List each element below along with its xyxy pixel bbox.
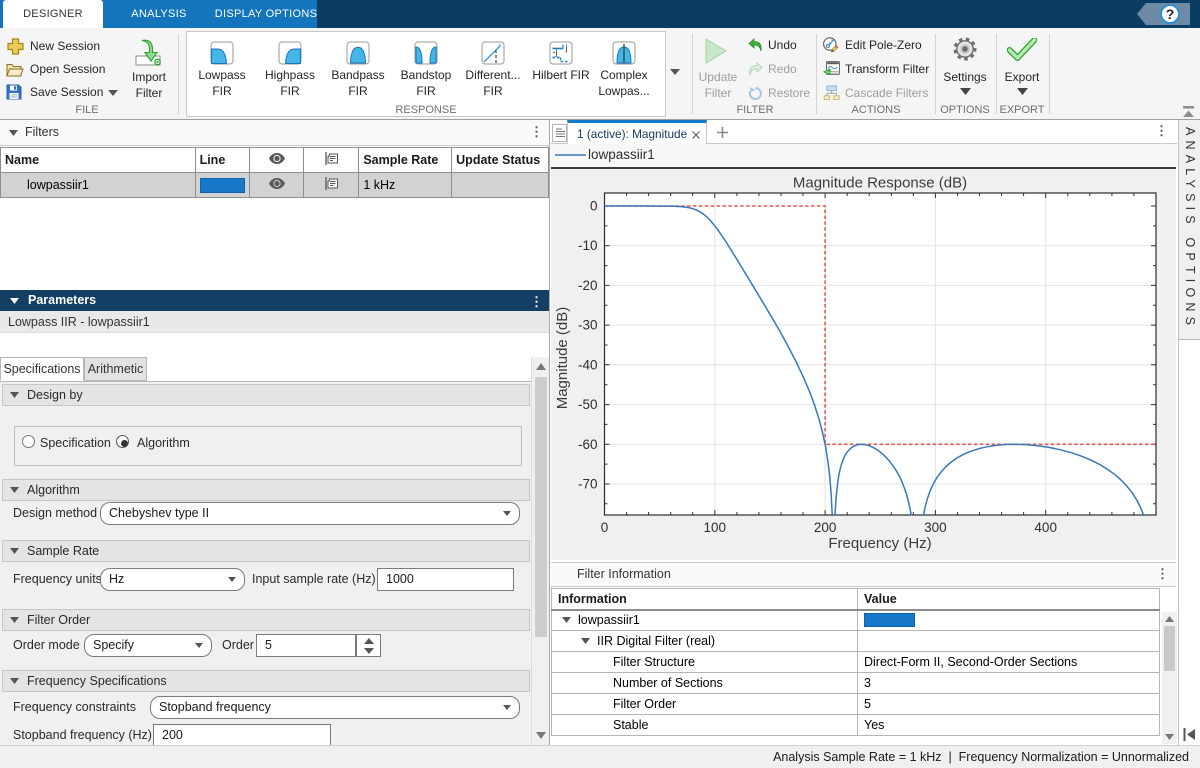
svg-text:-50: -50 [578, 397, 598, 412]
svg-text:Frequency (Hz): Frequency (Hz) [828, 535, 931, 552]
svg-text:Magnitude Response (dB): Magnitude Response (dB) [793, 175, 967, 192]
svg-text:-70: -70 [578, 477, 598, 492]
svg-text:300: 300 [924, 520, 947, 535]
svg-text:-j: -j [553, 47, 558, 57]
svg-text:-40: -40 [578, 357, 598, 372]
svg-text:100: 100 [704, 520, 727, 535]
svg-text:-20: -20 [578, 278, 598, 293]
svg-text:200: 200 [814, 520, 837, 535]
svg-text:400: 400 [1034, 520, 1057, 535]
svg-text:0: 0 [590, 199, 598, 214]
svg-text:Magnitude (dB): Magnitude (dB) [554, 307, 571, 410]
svg-text:-10: -10 [578, 238, 598, 253]
svg-text:-30: -30 [578, 318, 598, 333]
svg-text:0: 0 [601, 520, 609, 535]
svg-text:-60: -60 [578, 437, 598, 452]
svg-text:j: j [565, 43, 568, 53]
